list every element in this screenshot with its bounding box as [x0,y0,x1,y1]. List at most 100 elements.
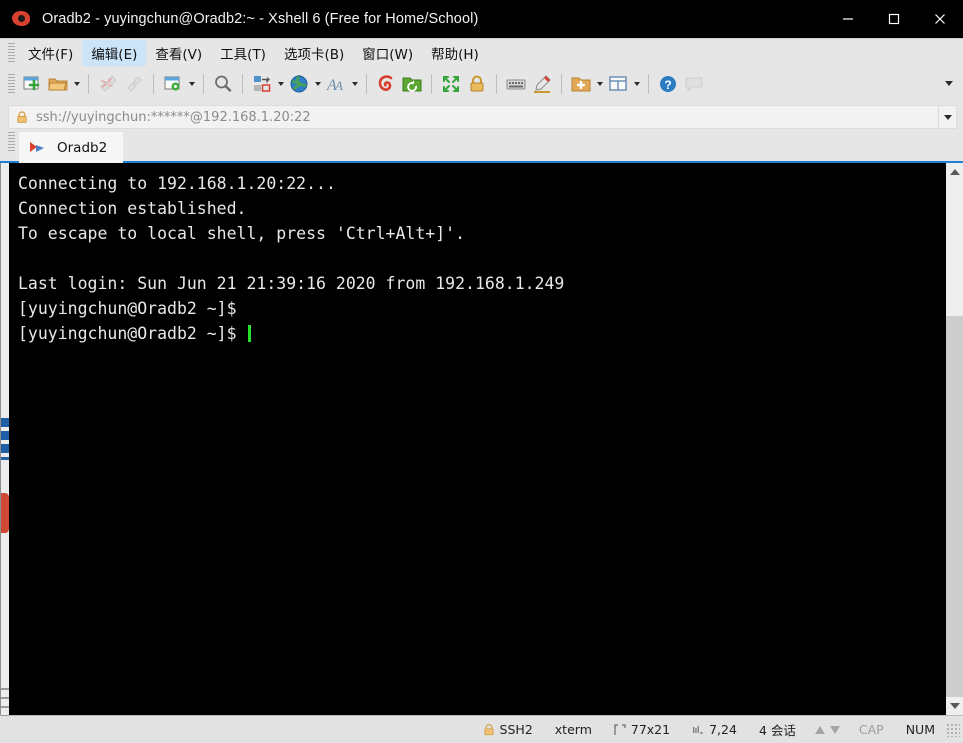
tab-bar: Oradb2 [0,132,963,163]
terminal-prompt-line: [yuyingchun@Oradb2 ~]$ [18,321,945,346]
keyboard-icon[interactable] [503,71,529,97]
menu-window[interactable]: 窗口(W) [353,40,422,66]
xshell-icon[interactable] [373,71,399,97]
address-bar-container: ssh://yuyingchun:******@192.168.1.20:22 [0,102,963,132]
tabbar-grip[interactable] [8,132,15,152]
terminal-line: Connection established. [18,199,247,218]
menu-tabs[interactable]: 选项卡(B) [275,40,353,66]
terminal-output[interactable]: Connecting to 192.168.1.20:22... Connect… [9,163,945,715]
toolbar-separator [431,74,432,94]
status-cursor: 7,24 [681,722,748,737]
layout-dropdown-icon[interactable] [631,71,642,97]
toolbar-separator [88,74,89,94]
cursor-position-icon [692,724,704,736]
menu-help[interactable]: 帮助(H) [422,40,488,66]
minimize-button[interactable] [825,0,871,38]
globe-encoding-dropdown-icon[interactable] [312,71,323,97]
svg-text:?: ? [664,78,671,92]
new-session-icon[interactable] [19,71,45,97]
scrollbar-track[interactable] [946,181,963,697]
status-sessions: 4 会话 [748,720,807,739]
terminal-cursor [248,325,252,342]
status-cursor-label: 7,24 [709,722,737,737]
upload-arrow-icon [814,725,825,734]
side-panel-tab-xshell[interactable] [1,493,9,533]
menu-file[interactable]: 文件(F) [19,40,82,66]
svg-text:A: A [334,78,343,93]
toolbar-separator [366,74,367,94]
download-arrow-icon [829,725,840,734]
tab-oradb2[interactable]: Oradb2 [19,132,124,163]
toolbar-separator [242,74,243,94]
xftp-icon[interactable] [399,71,425,97]
font-icon[interactable]: A A [323,71,349,97]
side-panel-strip [1,163,9,716]
terminal-prompt: [yuyingchun@Oradb2 ~]$ [18,324,247,343]
find-icon[interactable] [210,71,236,97]
lock-icon[interactable] [464,71,490,97]
open-folder-dropdown-icon[interactable] [71,71,82,97]
status-caps-label: CAP [858,722,884,737]
menu-edit[interactable]: 编辑(E) [82,39,147,66]
status-num: NUM [895,722,946,737]
disconnect-icon [95,71,121,97]
menu-bar: 文件(F) 编辑(E) 查看(V) 工具(T) 选项卡(B) 窗口(W) 帮助(… [0,38,963,66]
globe-encoding-icon[interactable] [286,71,312,97]
status-protocol: SSH2 [472,722,544,737]
status-terminal-type: xterm [544,722,603,737]
xshell-logo-icon [10,7,34,31]
toolbar-separator [496,74,497,94]
window-title: Oradb2 - yuyingchun@Oradb2:~ - Xshell 6 … [42,11,479,27]
side-panel-tab-list[interactable] [1,688,9,716]
session-properties-dropdown-icon[interactable] [186,71,197,97]
file-transfer-icon[interactable] [249,71,275,97]
layout-icon[interactable] [605,71,631,97]
reconnect-icon [121,71,147,97]
lock-icon [483,723,495,736]
terminal-scrollbar[interactable] [945,163,963,715]
close-button[interactable] [917,0,963,38]
compose-icon[interactable] [529,71,555,97]
side-panel-tab-transfer[interactable] [1,418,9,460]
toolbar-separator [153,74,154,94]
window-resize-grip[interactable] [946,722,960,737]
fullscreen-icon[interactable] [438,71,464,97]
font-dropdown-icon[interactable] [349,71,360,97]
address-input[interactable]: ssh://yuyingchun:******@192.168.1.20:22 [8,105,939,129]
toolbar-overflow-icon[interactable] [945,78,955,88]
file-transfer-dropdown-icon[interactable] [275,71,286,97]
menubar-grip[interactable] [8,42,15,63]
session-arrow-icon [29,140,47,156]
terminal-line: [yuyingchun@Oradb2 ~]$ [18,299,237,318]
address-dropdown-icon[interactable] [939,105,957,129]
xshell-window: Oradb2 - yuyingchun@Oradb2:~ - Xshell 6 … [0,0,963,743]
scroll-down-icon[interactable] [946,697,963,715]
new-folder-icon[interactable] [568,71,594,97]
open-folder-icon[interactable] [45,71,71,97]
toolbar-separator [561,74,562,94]
menu-tools[interactable]: 工具(T) [211,40,275,66]
status-size: 77x21 [603,722,681,737]
toolbar-separator [648,74,649,94]
status-num-label: NUM [905,722,935,737]
scrollbar-thumb[interactable] [946,316,963,697]
toolbar-separator [203,74,204,94]
menu-view[interactable]: 查看(V) [146,40,211,66]
session-properties-icon[interactable] [160,71,186,97]
status-size-label: 77x21 [630,722,671,737]
new-folder-dropdown-icon[interactable] [594,71,605,97]
status-bar: SSH2 xterm 77x21 7,24 4 会话 CAP NUM [0,715,963,743]
toolbar: A A ? [0,66,963,102]
terminal-row: Connecting to 192.168.1.20:22... Connect… [0,163,963,716]
terminal-size-icon [614,723,626,736]
status-protocol-label: SSH2 [499,722,533,737]
scroll-up-icon[interactable] [946,163,963,181]
terminal-line: To escape to local shell, press 'Ctrl+Al… [18,224,466,243]
status-caps: CAP [848,722,895,737]
maximize-button[interactable] [871,0,917,38]
toolbar-grip[interactable] [8,74,15,94]
title-bar: Oradb2 - yuyingchun@Oradb2:~ - Xshell 6 … [0,0,963,38]
terminal-line: Connecting to 192.168.1.20:22... [18,174,336,193]
help-icon[interactable]: ? [655,71,681,97]
